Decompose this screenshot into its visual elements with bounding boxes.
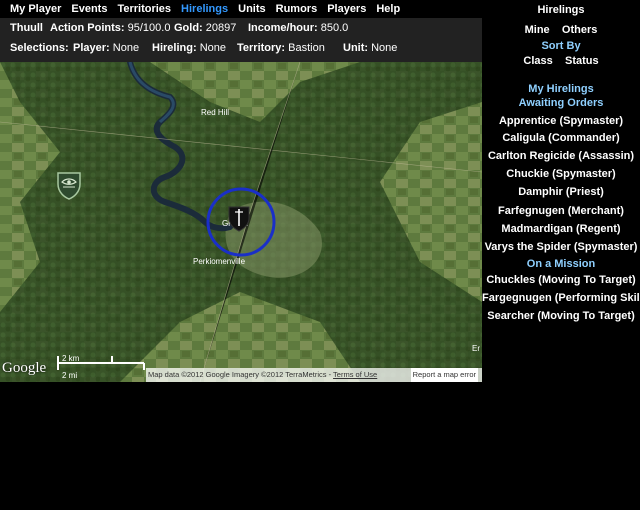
status-bar: Thuull Action Points: 95/100.0 Gold: 208… bbox=[0, 18, 482, 62]
selected-territory-value: Bastion bbox=[288, 42, 325, 54]
hireling-item[interactable]: Carlton Regicide (Assassin) bbox=[482, 150, 640, 162]
gold-value: 20897 bbox=[205, 22, 237, 34]
filter-row: Mine Others bbox=[482, 24, 640, 36]
income: Income/hour: 850.0 bbox=[248, 20, 348, 36]
scale-km: 2 km bbox=[62, 354, 80, 363]
selected-unit-label: Unit: bbox=[343, 42, 369, 54]
awaiting-orders-header: Awaiting Orders bbox=[518, 97, 604, 109]
sort-by-label: Sort By bbox=[541, 40, 581, 52]
hireling-marker-icon[interactable] bbox=[228, 206, 250, 232]
filter-mine[interactable]: Mine bbox=[525, 24, 550, 36]
nav-hirelings[interactable]: Hirelings bbox=[181, 3, 228, 15]
nav-my-player[interactable]: My Player bbox=[10, 3, 61, 15]
satellite-map[interactable]: Red Hill Gr lane Perkiomenville Er Googl… bbox=[0, 62, 482, 382]
main-nav: My Player Events Territories Hirelings U… bbox=[0, 0, 482, 18]
action-points-value: 95/100.0 bbox=[127, 22, 171, 34]
nav-rumors[interactable]: Rumors bbox=[276, 3, 318, 15]
gold: Gold: 20897 bbox=[174, 20, 236, 36]
hireling-item[interactable]: Caligula (Commander) bbox=[482, 132, 640, 144]
sort-status[interactable]: Status bbox=[565, 55, 599, 67]
hireling-item[interactable]: Damphir (Priest) bbox=[482, 186, 640, 198]
nav-players[interactable]: Players bbox=[327, 3, 366, 15]
hireling-item[interactable]: Farfegnugen (Merchant) bbox=[482, 205, 640, 217]
map-label-red-hill: Red Hill bbox=[201, 108, 230, 117]
selected-unit[interactable]: Unit: None bbox=[343, 40, 397, 56]
nav-territories[interactable]: Territories bbox=[117, 3, 171, 15]
gold-label: Gold: bbox=[174, 22, 203, 34]
on-a-mission-header: On a Mission bbox=[526, 258, 596, 270]
shield-eye-icon[interactable] bbox=[56, 170, 82, 200]
income-label: Income/hour: bbox=[248, 22, 318, 34]
selected-territory[interactable]: Territory: Bastion bbox=[237, 40, 325, 56]
scale-mi: 2 mi bbox=[62, 371, 78, 380]
map-label-perkiomenville: Perkiomenville bbox=[193, 257, 246, 266]
selected-hireling-label: Hireling: bbox=[152, 42, 197, 54]
sort-row: Class Status bbox=[482, 55, 640, 67]
selected-player-value: None bbox=[112, 42, 140, 54]
selected-player[interactable]: Player: None bbox=[73, 40, 139, 56]
my-hirelings-header: My Hirelings bbox=[528, 83, 594, 95]
selections-label: Selections: bbox=[10, 42, 69, 54]
map-attribution: Map data ©2012 Google Imagery ©2012 Terr… bbox=[146, 368, 482, 382]
nav-units[interactable]: Units bbox=[238, 3, 266, 15]
action-points: Action Points: 95/100.0 bbox=[50, 20, 170, 36]
hireling-item[interactable]: Chuckie (Spymaster) bbox=[482, 168, 640, 180]
selected-player-label: Player: bbox=[73, 42, 110, 54]
filter-others[interactable]: Others bbox=[562, 24, 597, 36]
report-map-error-link[interactable]: Report a map error bbox=[410, 368, 478, 382]
nav-events[interactable]: Events bbox=[71, 3, 107, 15]
hireling-item[interactable]: Apprentice (Spymaster) bbox=[482, 115, 640, 127]
hirelings-sidebar: Hirelings Mine Others Sort By Class Stat… bbox=[482, 0, 640, 510]
sidebar-title: Hirelings bbox=[537, 4, 585, 16]
selected-territory-label: Territory: bbox=[237, 42, 286, 54]
map-label-edge: Er bbox=[472, 344, 480, 353]
selected-unit-value: None bbox=[371, 42, 398, 54]
mission-item[interactable]: Fargegnugen (Performing Skill) bbox=[482, 292, 640, 304]
action-points-label: Action Points: bbox=[50, 22, 125, 34]
sort-class[interactable]: Class bbox=[523, 55, 552, 67]
terms-link[interactable]: Terms of Use bbox=[333, 370, 377, 379]
selected-hireling-value: None bbox=[199, 42, 226, 54]
mission-item[interactable]: Searcher (Moving To Target) bbox=[482, 310, 640, 322]
nav-help[interactable]: Help bbox=[376, 3, 400, 15]
mission-item[interactable]: Chuckles (Moving To Target) bbox=[482, 274, 640, 286]
hireling-item[interactable]: Madmardigan (Regent) bbox=[482, 223, 640, 235]
player-name: Thuull bbox=[10, 22, 43, 34]
attribution-text: Map data ©2012 Google Imagery ©2012 Terr… bbox=[148, 370, 327, 379]
selected-hireling[interactable]: Hireling: None bbox=[152, 40, 226, 56]
income-value: 850.0 bbox=[320, 22, 349, 34]
google-logo[interactable]: Google bbox=[2, 360, 46, 377]
hireling-item[interactable]: Varys the Spider (Spymaster) bbox=[482, 241, 640, 253]
